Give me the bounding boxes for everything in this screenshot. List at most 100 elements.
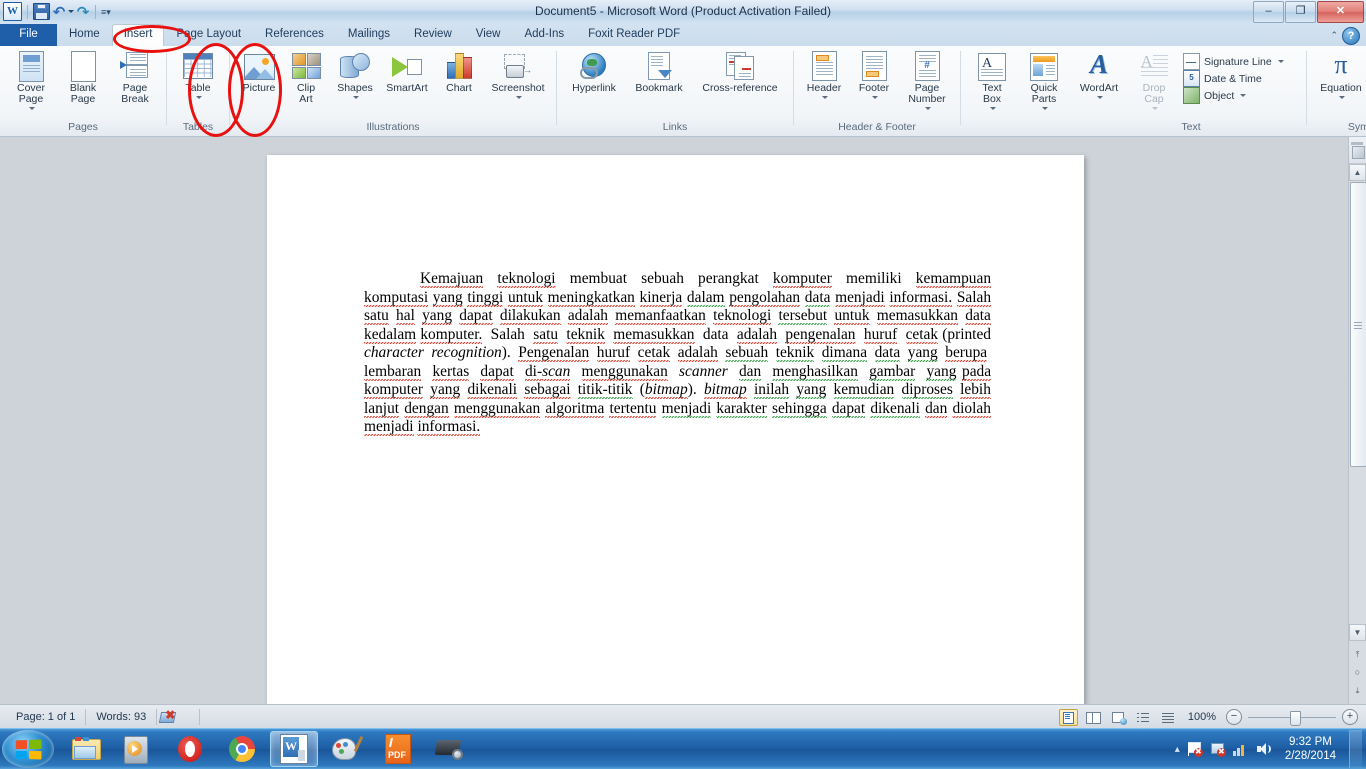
antivirus-icon[interactable] xyxy=(1232,741,1249,757)
tab-file[interactable]: File xyxy=(0,24,57,46)
start-button[interactable] xyxy=(2,730,54,768)
show-hidden-icons-icon[interactable]: ▴ xyxy=(1175,744,1180,755)
customize-quick-access-toolbar-icon[interactable]: ≡▾ xyxy=(101,7,111,17)
show-desktop-button[interactable] xyxy=(1349,730,1362,768)
tab-page-layout[interactable]: Page Layout xyxy=(164,24,253,46)
footer-button[interactable]: Footer xyxy=(849,49,899,103)
zoom-level-label[interactable]: 100% xyxy=(1188,711,1216,723)
clip-art-button[interactable]: Clip Art xyxy=(283,49,329,107)
tab-mailings[interactable]: Mailings xyxy=(336,24,402,46)
minimize-ribbon-icon[interactable]: ⌃ xyxy=(1330,30,1338,41)
equation-dropdown-icon[interactable] xyxy=(1337,94,1345,101)
document-page[interactable]: Kemajuan teknologi membuat sebuah perang… xyxy=(267,155,1084,705)
cross-reference-button[interactable]: Cross-reference xyxy=(692,49,788,96)
tab-foxit-reader-pdf[interactable]: Foxit Reader PDF xyxy=(576,24,692,46)
next-page-button[interactable]: ⤓ xyxy=(1349,683,1366,700)
taskbar-media-player[interactable] xyxy=(114,731,162,767)
outline-view-button[interactable] xyxy=(1134,709,1153,726)
taskbar-word[interactable]: W xyxy=(270,731,318,767)
web-layout-view-button[interactable] xyxy=(1109,709,1128,726)
taskbar-opera[interactable] xyxy=(166,731,214,767)
tab-review[interactable]: Review xyxy=(402,24,464,46)
scroll-down-button[interactable]: ▼ xyxy=(1349,624,1366,641)
quick-parts-button[interactable]: Quick Parts xyxy=(1018,49,1070,114)
tab-add-ins[interactable]: Add-Ins xyxy=(512,24,576,46)
page-break-button[interactable]: Page Break xyxy=(109,49,161,107)
word-logo-icon[interactable]: W xyxy=(3,2,22,21)
text-box-dropdown-icon[interactable] xyxy=(988,105,996,112)
vertical-scrollbar[interactable]: ▲ ▼ ⤒ ○ ⤓ xyxy=(1348,137,1366,704)
picture-button[interactable]: Picture xyxy=(235,49,283,96)
object-button[interactable]: Object xyxy=(1180,87,1287,104)
document-canvas[interactable]: Kemajuan teknologi membuat sebuah perang… xyxy=(0,137,1366,705)
action-center-icon[interactable]: ✖ xyxy=(1187,741,1203,757)
wordart-dropdown-icon[interactable] xyxy=(1095,94,1103,101)
hyperlink-button[interactable]: Hyperlink xyxy=(562,49,626,96)
save-icon[interactable] xyxy=(33,3,50,20)
draft-view-button[interactable] xyxy=(1159,709,1178,726)
header-dropdown-icon[interactable] xyxy=(820,94,828,101)
taskbar-windows-explorer[interactable] xyxy=(62,731,110,767)
header-button[interactable]: Header xyxy=(799,49,849,103)
spelling-check-icon[interactable]: ✖ xyxy=(157,709,201,725)
page-indicator[interactable]: Page: 1 of 1 xyxy=(6,709,87,725)
equation-button[interactable]: π Equation xyxy=(1312,49,1366,103)
table-dropdown-icon[interactable] xyxy=(194,94,202,101)
maximize-button[interactable]: ❐ xyxy=(1285,1,1316,23)
footer-dropdown-icon[interactable] xyxy=(870,94,878,101)
word-count-indicator[interactable]: Words: 93 xyxy=(86,709,158,725)
smartart-button[interactable]: SmartArt xyxy=(381,49,433,96)
drop-cap-button[interactable]: A Drop Cap xyxy=(1128,49,1180,114)
date-and-time-button[interactable]: 5 Date & Time xyxy=(1180,70,1287,87)
tab-insert[interactable]: Insert xyxy=(111,24,165,46)
tab-references[interactable]: References xyxy=(253,24,336,46)
zoom-slider[interactable] xyxy=(1248,710,1336,726)
network-icon[interactable]: ✖ xyxy=(1210,741,1226,757)
scrollbar-thumb[interactable] xyxy=(1350,182,1366,467)
screenshot-button[interactable]: → Screenshot xyxy=(485,49,551,103)
page-number-button[interactable]: # Page Number xyxy=(899,49,955,114)
drop-cap-dropdown-icon[interactable] xyxy=(1150,105,1158,112)
full-screen-reading-view-button[interactable] xyxy=(1084,709,1103,726)
chart-button[interactable]: Chart xyxy=(433,49,485,96)
help-icon[interactable]: ? xyxy=(1342,27,1360,45)
taskbar-chrome[interactable] xyxy=(218,731,266,767)
print-layout-view-button[interactable] xyxy=(1058,708,1078,726)
undo-dropdown-icon[interactable] xyxy=(68,10,74,13)
signature-line-dropdown-icon[interactable] xyxy=(1277,60,1284,63)
taskbar-paint[interactable] xyxy=(322,731,370,767)
tab-home[interactable]: Home xyxy=(57,24,112,46)
zoom-out-button[interactable]: − xyxy=(1226,709,1242,725)
ribbon-group-text: A Text Box Quick Parts A WordArt A Drop … xyxy=(961,46,1306,136)
page-number-dropdown-icon[interactable] xyxy=(923,105,931,112)
bookmark-button[interactable]: Bookmark xyxy=(626,49,692,96)
table-button[interactable]: Table xyxy=(172,49,224,103)
text-box-button[interactable]: A Text Box xyxy=(966,49,1018,114)
taskbar-device-tool[interactable] xyxy=(426,731,474,767)
scroll-up-button[interactable]: ▲ xyxy=(1349,164,1366,181)
previous-page-button[interactable]: ⤒ xyxy=(1349,647,1366,664)
cover-page-dropdown-icon[interactable] xyxy=(27,105,35,112)
close-button[interactable]: ✕ xyxy=(1317,1,1364,23)
wordart-button[interactable]: A WordArt xyxy=(1070,49,1128,103)
object-dropdown-icon[interactable] xyxy=(1240,94,1247,97)
document-body-text[interactable]: Kemajuan teknologi membuat sebuah perang… xyxy=(364,270,992,437)
zoom-slider-thumb[interactable] xyxy=(1290,710,1301,726)
quick-parts-dropdown-icon[interactable] xyxy=(1040,105,1048,112)
shapes-button[interactable]: Shapes xyxy=(329,49,381,103)
minimize-button[interactable]: – xyxy=(1253,1,1284,23)
signature-line-button[interactable]: Signature Line xyxy=(1180,53,1287,70)
cover-page-button[interactable]: Cover Page xyxy=(5,49,57,114)
taskbar-pdf-reader[interactable]: PDF xyxy=(374,731,422,767)
split-window-handle[interactable] xyxy=(1349,137,1366,164)
blank-page-button[interactable]: Blank Page xyxy=(57,49,109,107)
undo-icon[interactable]: ↶ xyxy=(52,4,66,19)
redo-icon[interactable]: ↷ xyxy=(76,4,90,19)
shapes-dropdown-icon[interactable] xyxy=(351,94,359,101)
select-browse-object-button[interactable]: ○ xyxy=(1349,665,1366,682)
clock[interactable]: 9:32 PM 2/28/2014 xyxy=(1279,735,1342,763)
tab-view[interactable]: View xyxy=(464,24,513,46)
volume-icon[interactable] xyxy=(1256,741,1272,757)
screenshot-dropdown-icon[interactable] xyxy=(514,94,522,101)
zoom-in-button[interactable]: + xyxy=(1342,709,1358,725)
